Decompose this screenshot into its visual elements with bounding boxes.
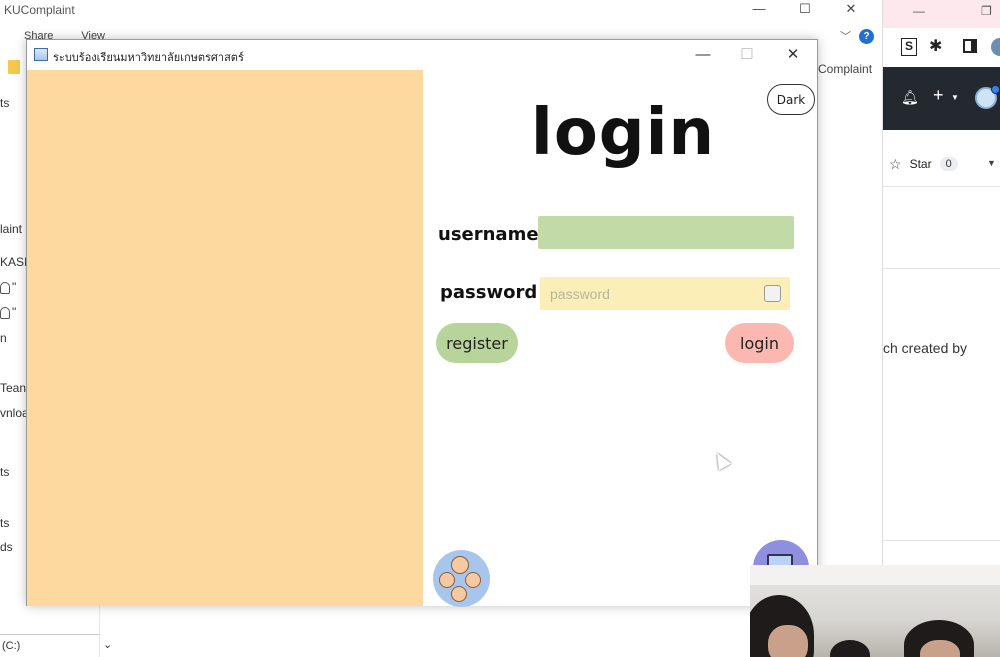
- star-label: Star: [909, 157, 932, 171]
- left-decorative-panel: [27, 70, 423, 606]
- password-field[interactable]: [540, 277, 790, 310]
- plus-icon[interactable]: +: [933, 85, 944, 106]
- nav-pane-item[interactable]: ": [0, 280, 16, 294]
- explorer-maximize-button[interactable]: ☐: [782, 0, 828, 20]
- extensions-puzzle-icon[interactable]: ✱: [929, 36, 942, 56]
- nav-pane-divider: [0, 634, 100, 635]
- caret-down-icon[interactable]: ▼: [951, 93, 959, 102]
- nav-pane-item[interactable]: ts: [0, 465, 9, 479]
- browser-title-bar: — ❐: [883, 0, 1000, 28]
- nav-pane-item-label: ": [12, 305, 17, 319]
- register-button[interactable]: register: [436, 323, 518, 363]
- app-window-title: ระบบร้องเรียนมหาวิทยาลัยเกษตรศาสตร์: [53, 52, 244, 64]
- avatar-face-icon: [451, 556, 469, 574]
- webcam-face: [920, 640, 960, 657]
- address-bar-path[interactable]: Complaint: [818, 62, 872, 76]
- side-panel-icon[interactable]: [963, 39, 977, 53]
- nav-pane-item[interactable]: laint: [0, 222, 22, 236]
- nav-pane-item-label: vnloa: [0, 406, 29, 420]
- nav-pane-item[interactable]: KASI: [0, 255, 27, 269]
- webcam-overlay: [750, 565, 1000, 657]
- browser-minimize-button[interactable]: —: [913, 4, 925, 18]
- star-button[interactable]: ☆ Star 0 ▼: [883, 150, 1000, 178]
- username-field[interactable]: [538, 216, 794, 249]
- star-icon: ☆: [889, 155, 902, 172]
- app-minimize-button[interactable]: —: [681, 43, 725, 67]
- divider: [883, 268, 1000, 269]
- browser-extension-bar: S ✱: [883, 36, 1000, 60]
- login-panel: Dark login username password register lo…: [423, 70, 817, 607]
- app-close-button[interactable]: ✕: [771, 43, 815, 67]
- username-label: username: [438, 224, 539, 245]
- nav-pane-item-label: ts: [0, 465, 10, 479]
- divider: [883, 186, 1000, 187]
- nav-pane-item-label: ": [12, 280, 17, 294]
- bell-icon[interactable]: 🔔︎: [901, 89, 919, 106]
- extension-s-icon[interactable]: S: [901, 38, 917, 56]
- browser-restore-button[interactable]: ❐: [981, 4, 992, 18]
- explorer-minimize-button[interactable]: —: [736, 0, 782, 20]
- app-window-icon: [34, 48, 48, 61]
- github-header: 🔔︎ + ▼: [883, 67, 1000, 130]
- webcam-face: [768, 625, 808, 657]
- repo-description-text: ch created by: [883, 340, 968, 356]
- nav-pane-item[interactable]: ts: [0, 516, 9, 530]
- explorer-title: KUComplaint: [4, 3, 75, 17]
- webcam-person: [830, 640, 870, 657]
- avatar-face-icon: [439, 572, 455, 588]
- nav-pane-item[interactable]: vnloa: [0, 406, 29, 420]
- nav-pane-item[interactable]: n: [0, 331, 7, 345]
- divider: [883, 540, 1000, 541]
- user-icon: [0, 281, 10, 294]
- notification-dot: [991, 85, 1000, 94]
- profile-avatar[interactable]: [991, 38, 1000, 56]
- app-window: ระบบร้องเรียนมหาวิทยาลัยเกษตรศาสตร์ — ☐ …: [26, 39, 818, 607]
- star-count-badge: 0: [939, 157, 958, 171]
- login-button[interactable]: login: [725, 323, 794, 363]
- dark-mode-button[interactable]: Dark: [767, 84, 815, 115]
- nav-pane-item[interactable]: ": [0, 305, 16, 319]
- chevron-down-icon[interactable]: ⌄: [103, 638, 112, 651]
- ribbon-expand-chevron-icon[interactable]: ﹀: [840, 28, 851, 44]
- nav-pane-item-label: KASI: [0, 255, 28, 269]
- folder-icon: [8, 60, 20, 74]
- drive-c-label[interactable]: (C:): [2, 640, 20, 652]
- help-icon[interactable]: ?: [859, 28, 874, 44]
- webcam-background: [750, 565, 1000, 585]
- avatar-face-icon: [451, 586, 467, 602]
- nav-pane-item[interactable]: ts: [0, 96, 9, 110]
- show-password-checkbox[interactable]: [764, 285, 781, 302]
- nav-pane-item-label: n: [0, 331, 7, 345]
- explorer-window-controls: — ☐ ✕: [736, 0, 874, 20]
- page-title: login: [530, 96, 716, 170]
- nav-pane-item[interactable]: Tean: [0, 381, 26, 395]
- explorer-close-button[interactable]: ✕: [828, 0, 874, 20]
- nav-pane-item-label: Tean: [0, 381, 27, 395]
- avatar-face-icon: [465, 572, 481, 588]
- team-avatar-button[interactable]: [433, 550, 490, 607]
- browser-window: — ❐ S ✱ 🔔︎ + ▼ ☆ Star 0 ▼ ch created by: [882, 0, 1000, 657]
- app-title-bar[interactable]: ระบบร้องเรียนมหาวิทยาลัยเกษตรศาสตร์ — ☐ …: [27, 40, 817, 70]
- nav-pane-item-label: ts: [0, 516, 10, 530]
- app-maximize-button: ☐: [740, 46, 754, 63]
- nav-pane-item-label: laint: [0, 222, 23, 236]
- password-label: password: [440, 282, 538, 303]
- ribbon-right-controls: ﹀ ?: [840, 28, 874, 44]
- user-icon: [0, 306, 10, 319]
- nav-pane-item[interactable]: ds: [0, 540, 13, 554]
- nav-pane-item-label: ds: [0, 540, 13, 554]
- star-dropdown-chevron-icon[interactable]: ▼: [987, 158, 996, 168]
- nav-pane-item-label: ts: [0, 96, 10, 110]
